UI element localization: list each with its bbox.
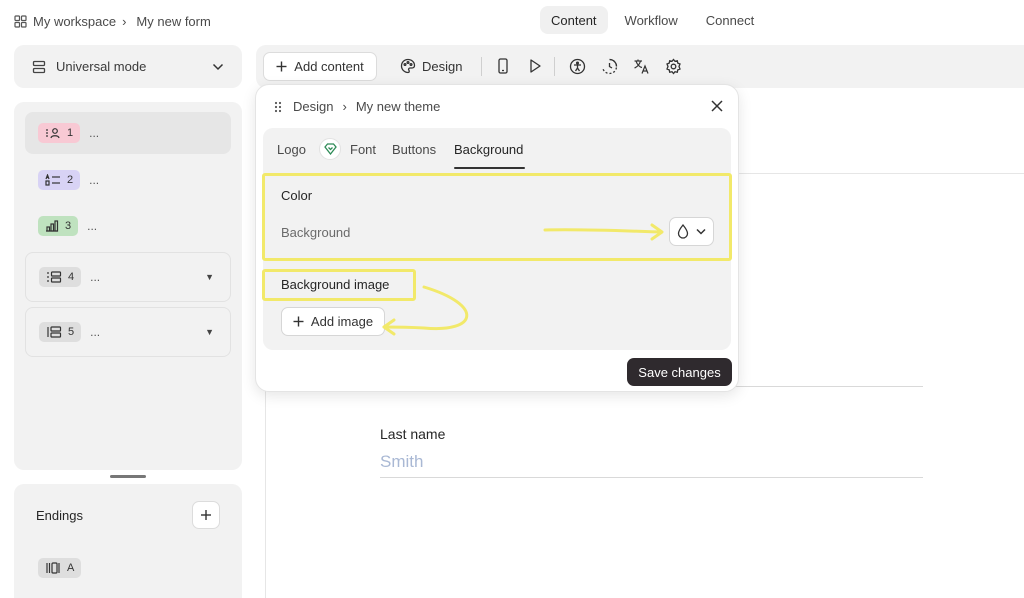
list-item[interactable]: 4 ... ▼ bbox=[25, 252, 231, 302]
divider bbox=[481, 57, 482, 76]
plus-icon bbox=[276, 61, 287, 72]
tab-buttons[interactable]: Buttons bbox=[392, 142, 436, 157]
field-underline bbox=[380, 477, 923, 478]
tab-background[interactable]: Background bbox=[454, 142, 523, 157]
tab-content[interactable]: Content bbox=[540, 6, 608, 34]
play-icon[interactable] bbox=[526, 57, 544, 75]
panel-tabs: Logo Font Buttons Background bbox=[263, 128, 731, 172]
mode-icon bbox=[32, 60, 46, 73]
question-number: 3 bbox=[65, 220, 72, 232]
chevron-right-icon: › bbox=[122, 13, 127, 29]
question-badge: 4 bbox=[39, 267, 82, 287]
add-content-button[interactable]: Add content bbox=[263, 52, 377, 81]
chevron-right-icon: › bbox=[342, 99, 347, 114]
design-button[interactable]: Design bbox=[400, 58, 462, 74]
bar-chart-icon bbox=[46, 220, 59, 232]
mode-selector[interactable]: Universal mode bbox=[14, 45, 242, 88]
add-content-label: Add content bbox=[294, 59, 364, 74]
caret-down-icon[interactable]: ▼ bbox=[205, 327, 214, 337]
plus-icon bbox=[293, 316, 304, 327]
active-tab-indicator bbox=[454, 167, 525, 169]
droplet-icon bbox=[677, 224, 689, 239]
endings-title: Endings bbox=[36, 508, 83, 523]
question-text: ... bbox=[90, 270, 101, 284]
question-badge: 1 bbox=[38, 123, 81, 143]
question-text: ... bbox=[89, 173, 100, 187]
endings-section: Endings A bbox=[14, 484, 242, 598]
tab-font[interactable]: Font bbox=[350, 142, 376, 157]
question-number: 5 bbox=[68, 326, 75, 338]
background-image-title: Background image bbox=[281, 277, 390, 292]
caret-down-icon[interactable]: ▼ bbox=[205, 272, 214, 282]
workspace-grid-icon bbox=[14, 14, 27, 28]
design-label: Design bbox=[422, 58, 463, 74]
mobile-preview-icon[interactable] bbox=[494, 57, 512, 75]
save-changes-button[interactable]: Save changes bbox=[627, 358, 732, 386]
highlight-box bbox=[262, 173, 732, 261]
chevron-down-icon bbox=[212, 60, 224, 74]
question-number: 4 bbox=[68, 271, 75, 283]
loading-icon[interactable] bbox=[600, 57, 618, 75]
list-item[interactable]: 1 ... bbox=[25, 112, 231, 154]
group-icon bbox=[47, 271, 62, 283]
panel-crumb-theme: My new theme bbox=[355, 99, 441, 114]
breadcrumb-form[interactable]: My new form bbox=[136, 14, 210, 29]
panel-crumb-design[interactable]: Design bbox=[293, 99, 333, 114]
tab-logo[interactable]: Logo bbox=[277, 142, 306, 157]
gear-icon[interactable] bbox=[664, 57, 682, 75]
color-picker-button[interactable] bbox=[669, 217, 714, 246]
field-underline bbox=[736, 386, 923, 387]
translate-icon[interactable] bbox=[632, 57, 650, 75]
divider bbox=[736, 173, 1024, 174]
resize-handle[interactable] bbox=[110, 475, 146, 478]
question-text: ... bbox=[90, 325, 101, 339]
color-section-title: Color bbox=[281, 188, 313, 203]
last-name-label: Last name bbox=[380, 426, 446, 442]
question-text: ... bbox=[89, 126, 100, 140]
design-panel: Design › My new theme Logo Font Buttons … bbox=[255, 84, 739, 392]
tab-workflow[interactable]: Workflow bbox=[614, 6, 689, 34]
list-icon bbox=[45, 174, 60, 186]
tab-connect[interactable]: Connect bbox=[695, 6, 765, 34]
mode-label: Universal mode bbox=[56, 59, 147, 74]
panel-breadcrumb: Design › My new theme bbox=[274, 99, 440, 114]
question-badge: 2 bbox=[38, 170, 81, 190]
top-nav: Content Workflow Connect bbox=[540, 6, 765, 34]
list-item[interactable]: 2 ... bbox=[25, 159, 231, 201]
background-color-label: Background bbox=[281, 225, 351, 240]
drag-handle-icon[interactable] bbox=[274, 101, 282, 113]
chevron-down-icon bbox=[696, 228, 706, 235]
ending-icon bbox=[46, 562, 60, 574]
ending-label: A bbox=[67, 562, 75, 574]
accessibility-icon[interactable] bbox=[568, 57, 586, 75]
last-name-input[interactable]: Smith bbox=[380, 452, 423, 472]
question-badge: 5 bbox=[39, 322, 82, 342]
diamond-icon bbox=[319, 138, 341, 160]
divider bbox=[554, 57, 555, 76]
add-image-button[interactable]: Add image bbox=[281, 307, 385, 336]
add-image-label: Add image bbox=[310, 314, 374, 329]
list-item[interactable]: 3 ... bbox=[25, 205, 231, 247]
plus-icon bbox=[201, 510, 211, 520]
question-text: ... bbox=[87, 219, 98, 233]
breadcrumb-workspace[interactable]: My workspace bbox=[33, 14, 116, 29]
question-number: 1 bbox=[67, 127, 74, 139]
close-icon[interactable] bbox=[709, 98, 725, 114]
question-badge: 3 bbox=[38, 216, 79, 236]
list-item[interactable]: 5 ... ▼ bbox=[25, 307, 231, 357]
question-list: 1 ... 2 ... 3 ... 4 ... ▼ 5 ... ▼ bbox=[14, 102, 242, 470]
palette-icon bbox=[400, 58, 416, 74]
breadcrumb: My workspace › My new form bbox=[14, 12, 211, 30]
add-ending-button[interactable] bbox=[192, 501, 220, 529]
question-number: 2 bbox=[67, 174, 74, 186]
contact-icon bbox=[46, 128, 60, 139]
group-alt-icon bbox=[47, 326, 62, 338]
ending-item[interactable]: A bbox=[38, 558, 82, 578]
